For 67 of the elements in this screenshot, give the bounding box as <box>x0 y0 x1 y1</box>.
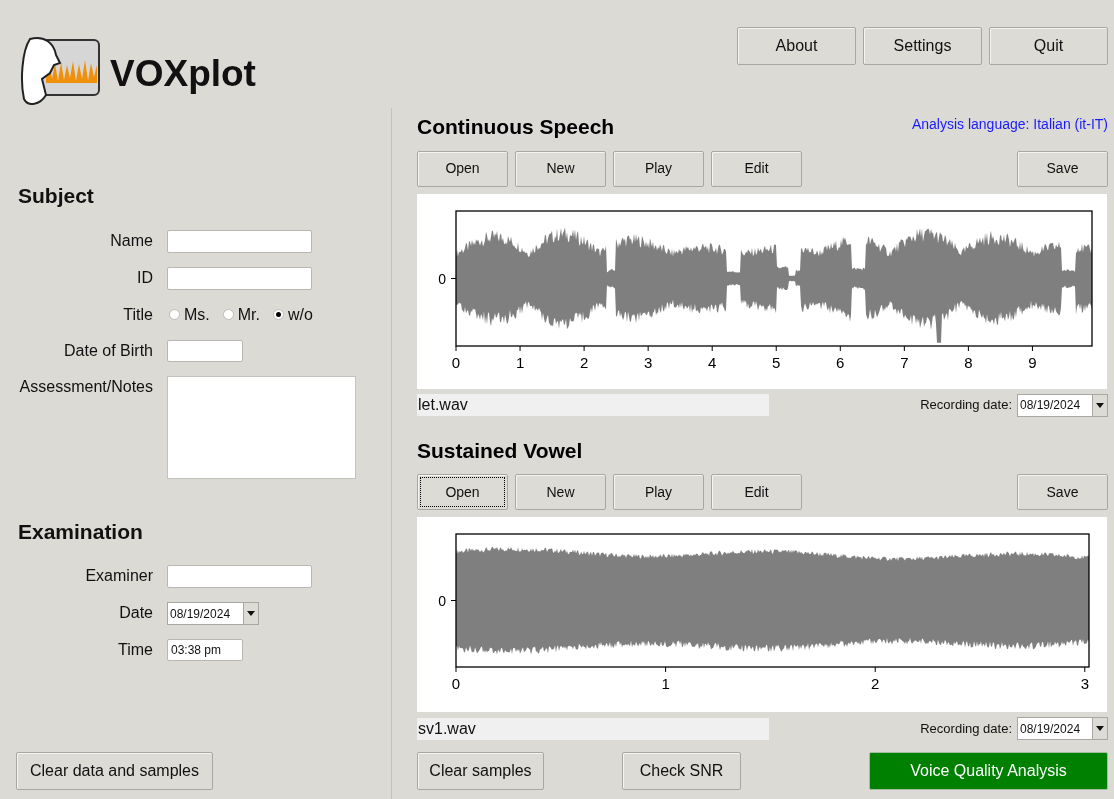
y-tick-label: 0 <box>438 270 446 286</box>
action-button[interactable]: Clear samples <box>417 752 544 790</box>
x-tick-label: 4 <box>708 353 717 371</box>
x-tick-label: 1 <box>661 675 670 692</box>
input-field[interactable] <box>167 565 312 588</box>
about-button[interactable]: About <box>737 27 856 65</box>
x-tick-label: 7 <box>900 353 909 371</box>
logo-icon <box>20 35 102 107</box>
x-tick-label: 0 <box>451 675 461 692</box>
toolbar-button[interactable]: New <box>515 474 606 510</box>
recording-date-label: Recording date: <box>920 396 1012 415</box>
field-label: Date of Birth <box>63 340 154 361</box>
section-heading: Examination <box>17 518 144 545</box>
x-tick-label: 2 <box>871 675 880 692</box>
toolbar-button[interactable]: Play <box>613 474 704 510</box>
action-button[interactable]: Check SNR <box>622 752 741 790</box>
input-field[interactable]: 03:38 pm <box>167 639 243 661</box>
toolbar-button[interactable]: Save <box>1017 474 1108 510</box>
date-picker[interactable]: 08/19/2024 <box>167 602 259 625</box>
radio-option[interactable]: Ms. <box>169 302 210 327</box>
language-label: Analysis language: Italian (it-IT) <box>911 115 1108 134</box>
notes-field[interactable] <box>167 375 356 479</box>
x-tick-label: 8 <box>964 353 973 371</box>
x-tick-label: 9 <box>1028 353 1037 371</box>
recording-date-label: Recording date: <box>920 719 1012 738</box>
x-tick-label: 3 <box>1080 675 1089 692</box>
field-label: Examiner <box>84 566 154 586</box>
file-name-field: sv1.wav <box>417 717 769 740</box>
quit-button[interactable]: Quit <box>989 27 1108 65</box>
field-label: Title <box>122 304 154 325</box>
y-tick-label: 0 <box>438 592 446 609</box>
section-heading: Subject <box>17 183 95 209</box>
x-tick-label: 3 <box>643 353 653 371</box>
section-title: Sustained Vowel <box>417 437 583 464</box>
app-title: VOXplot <box>110 52 256 97</box>
file-name-field: let.wav <box>417 394 769 416</box>
date-picker[interactable]: 08/19/2024 <box>1017 717 1108 740</box>
radio-option[interactable]: Mr. <box>222 302 260 327</box>
field-label: Name <box>109 230 154 251</box>
dropdown-arrow-icon <box>1096 726 1104 731</box>
clear-data-button[interactable]: Clear data and samples <box>16 752 213 790</box>
field-label: ID <box>136 267 154 288</box>
action-button[interactable]: Voice Quality Analysis <box>869 752 1108 790</box>
toolbar-button[interactable]: Edit <box>711 150 802 187</box>
section-title: Continuous Speech <box>417 114 615 140</box>
toolbar-button[interactable]: Edit <box>711 474 802 510</box>
radio-option[interactable]: w/o <box>273 302 313 327</box>
toolbar-button[interactable]: Open <box>417 474 508 510</box>
input-field[interactable] <box>167 339 243 362</box>
toolbar-button[interactable]: Open <box>417 150 508 187</box>
toolbar-button[interactable]: New <box>515 150 606 187</box>
input-field[interactable] <box>167 229 312 253</box>
x-tick-label: 0 <box>451 353 461 371</box>
dropdown-arrow-icon <box>1096 402 1104 408</box>
x-tick-label: 2 <box>579 353 589 371</box>
toolbar-button[interactable]: Play <box>613 150 704 187</box>
x-tick-label: 1 <box>515 353 525 371</box>
date-picker[interactable]: 08/19/2024 <box>1017 393 1108 417</box>
x-tick-label: 5 <box>772 353 781 371</box>
field-label: Time <box>117 640 154 660</box>
field-label: Assessment/Notes <box>18 376 154 397</box>
field-label: Date <box>118 603 154 623</box>
settings-button[interactable]: Settings <box>863 27 982 65</box>
x-tick-label: 6 <box>836 353 845 371</box>
toolbar-button[interactable]: Save <box>1017 150 1108 187</box>
dropdown-arrow-icon <box>247 611 255 616</box>
input-field[interactable] <box>167 266 312 290</box>
